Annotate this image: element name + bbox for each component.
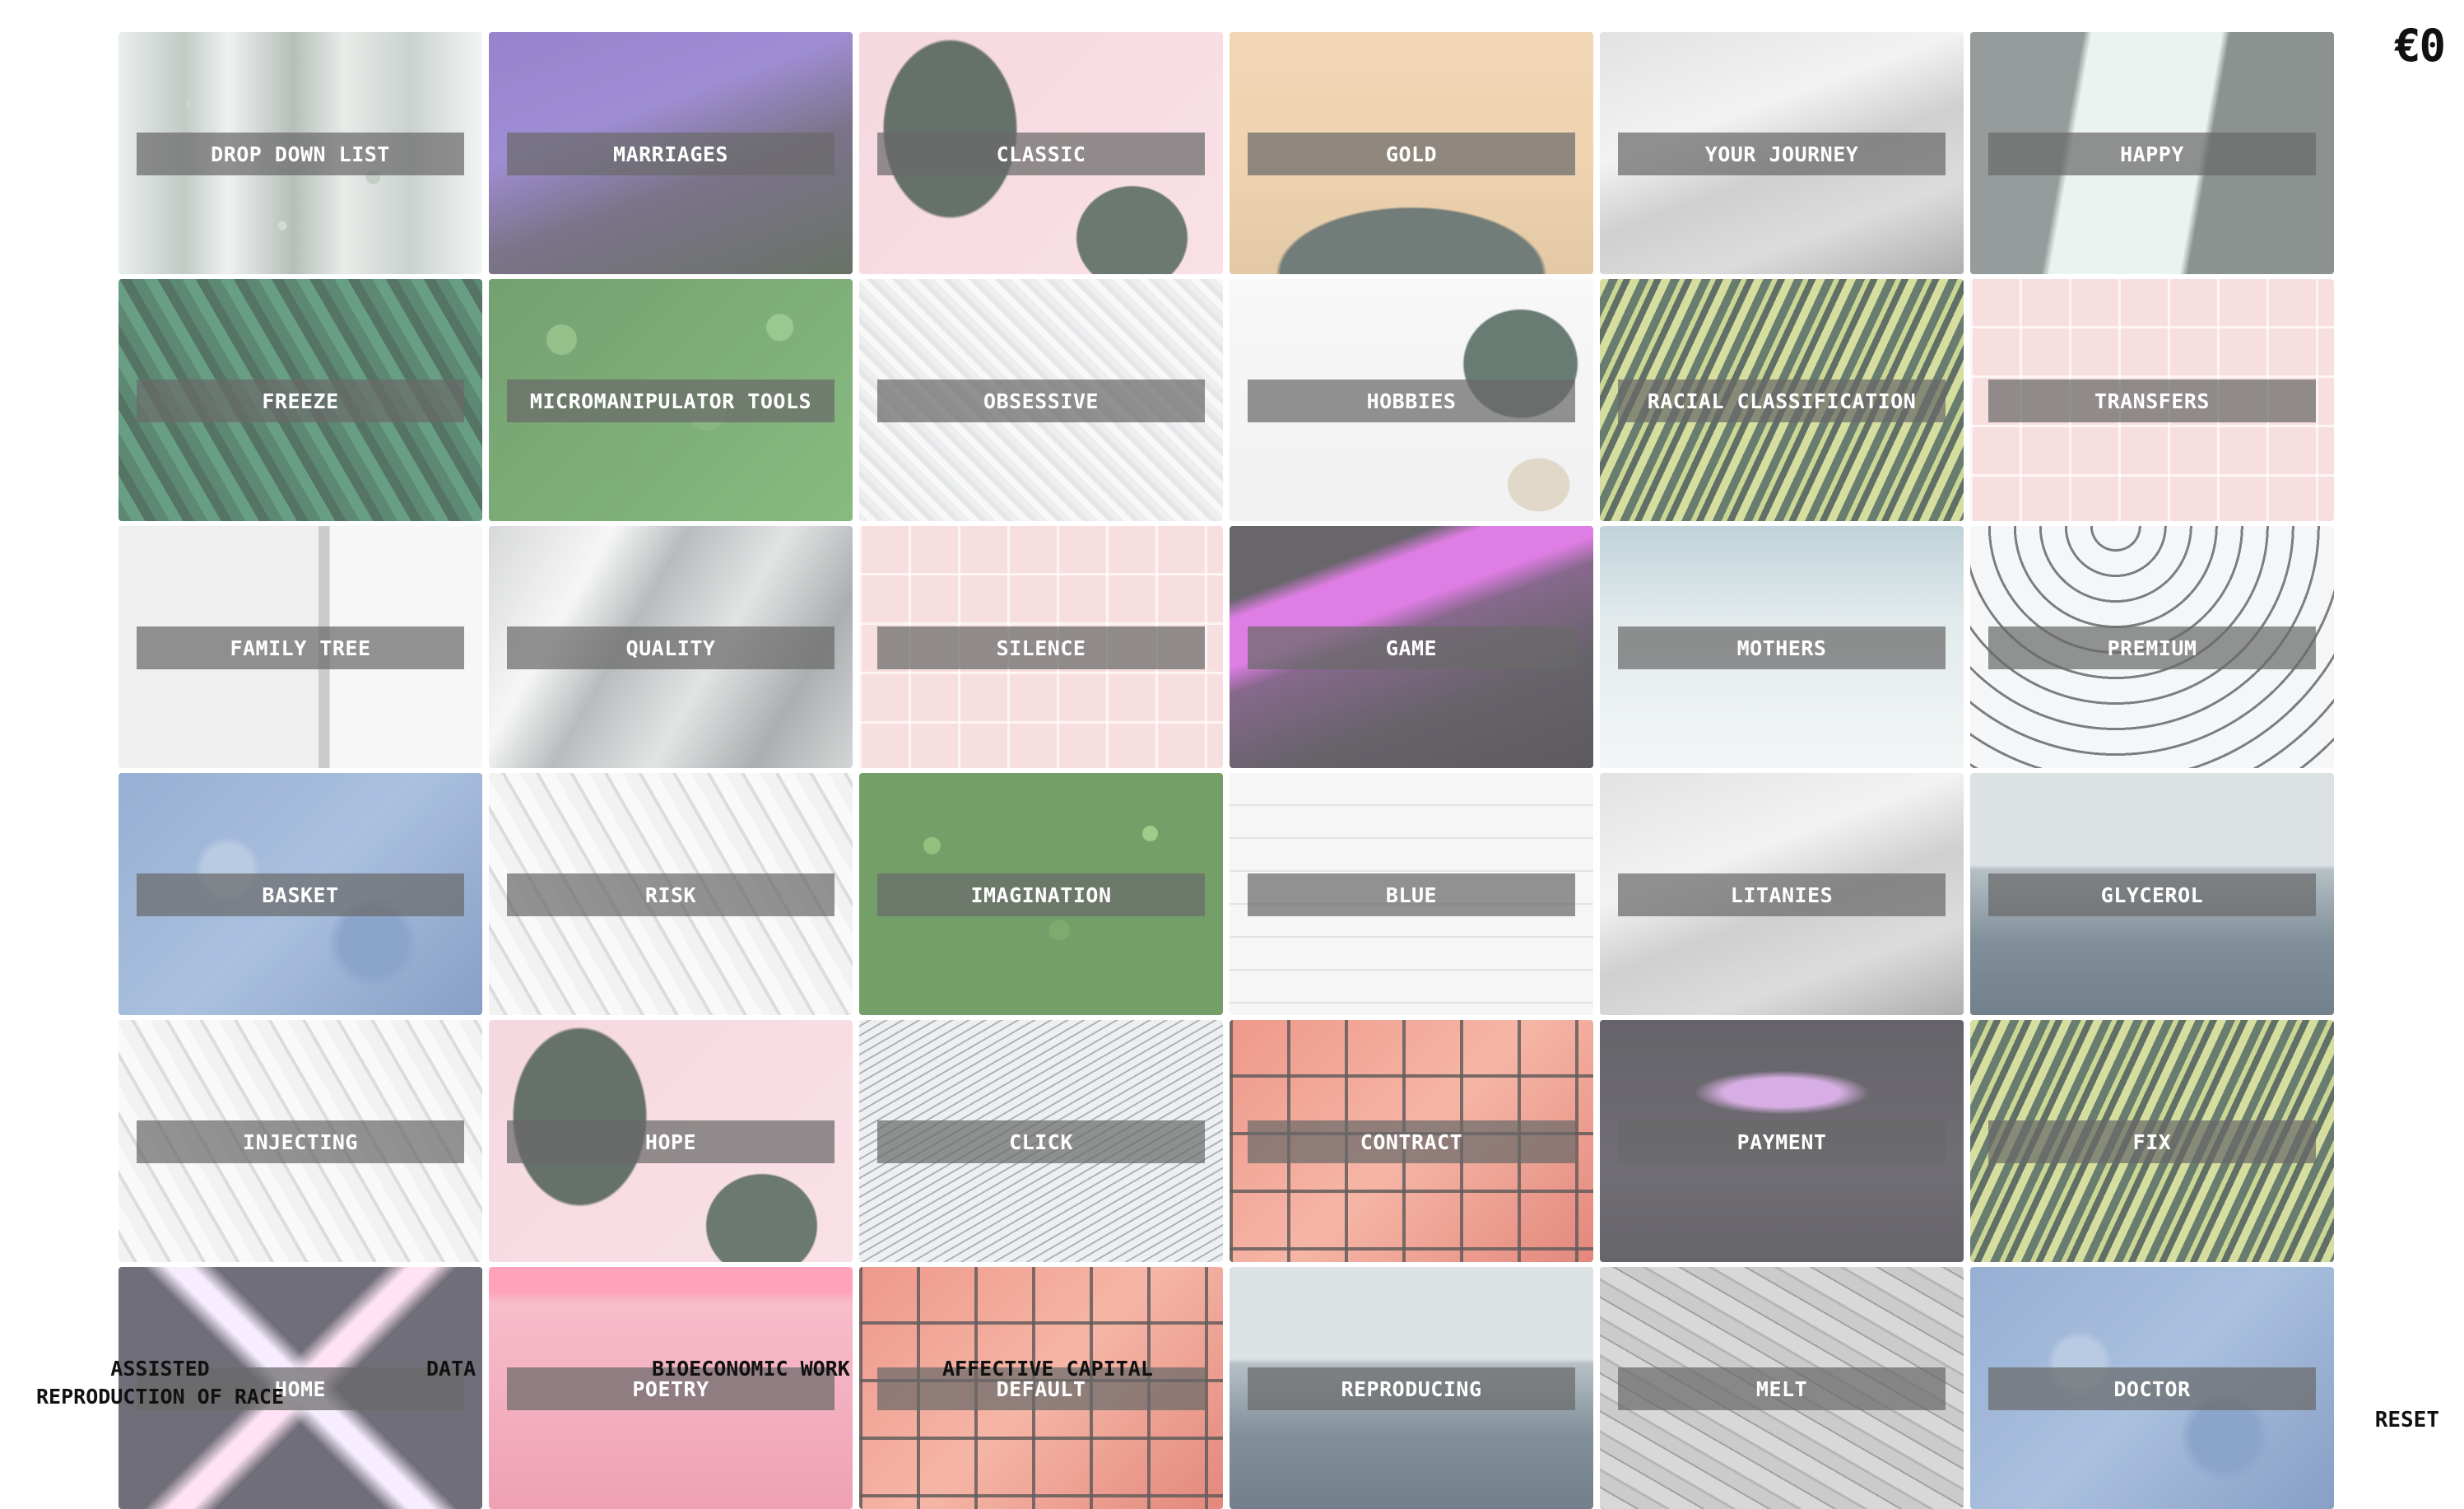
footer-link-assisted-line1: ASSISTED — [110, 1357, 210, 1381]
tile-label: DROP DOWN LIST — [137, 133, 464, 175]
tile-basket[interactable]: BASKET — [119, 773, 482, 1015]
tile-injecting[interactable]: INJECTING — [119, 1020, 482, 1262]
tile-label: BASKET — [137, 873, 464, 916]
tile-label: FIX — [1988, 1120, 2316, 1163]
tile-micromanipulator-tools[interactable]: MICROMANIPULATOR TOOLS — [489, 279, 853, 521]
tile-label: DOCTOR — [1988, 1367, 2316, 1410]
tile-label: HAPPY — [1988, 133, 2316, 175]
tile-gold[interactable]: GOLD — [1230, 32, 1593, 274]
tile-label: HOPE — [507, 1120, 835, 1163]
tile-label: PREMIUM — [1988, 626, 2316, 669]
tile-silence[interactable]: SILENCE — [859, 526, 1223, 768]
tile-label: REPRODUCING — [1248, 1367, 1575, 1410]
tile-label: GLYCEROL — [1988, 873, 2316, 916]
tile-melt[interactable]: MELT — [1600, 1267, 1964, 1509]
tile-label: INJECTING — [137, 1120, 464, 1163]
tile-label: CONTRACT — [1248, 1120, 1575, 1163]
tile-marriages[interactable]: MARRIAGES — [489, 32, 853, 274]
tile-obsessive[interactable]: OBSESSIVE — [859, 279, 1223, 521]
tile-payment[interactable]: PAYMENT — [1600, 1020, 1964, 1262]
tile-your-journey[interactable]: YOUR JOURNEY — [1600, 32, 1964, 274]
tile-label: OBSESSIVE — [877, 380, 1205, 422]
tile-imagination[interactable]: IMAGINATION — [859, 773, 1223, 1015]
tile-blue[interactable]: BLUE — [1230, 773, 1593, 1015]
tile-label: GOLD — [1248, 133, 1575, 175]
tile-label: BLUE — [1248, 873, 1575, 916]
tile-click[interactable]: CLICK — [859, 1020, 1223, 1262]
tile-happy[interactable]: HAPPY — [1970, 32, 2334, 274]
tile-label: RACIAL CLASSIFICATION — [1618, 380, 1946, 422]
tile-label: MOTHERS — [1618, 626, 1946, 669]
footer-link-bioeconomic-work[interactable]: BIOECONOMIC WORK — [652, 1355, 850, 1383]
tile-label: TRANSFERS — [1988, 380, 2316, 422]
tile-family-tree[interactable]: FAMILY TREE — [119, 526, 482, 768]
tile-label: MICROMANIPULATOR TOOLS — [507, 380, 835, 422]
tile-drop-down-list[interactable]: DROP DOWN LIST — [119, 32, 482, 274]
tile-hobbies[interactable]: HOBBIES — [1230, 279, 1593, 521]
tile-label: SILENCE — [877, 626, 1205, 669]
tile-racial-classification[interactable]: RACIAL CLASSIFICATION — [1600, 279, 1964, 521]
tile-default[interactable]: DEFAULT — [859, 1267, 1223, 1509]
tile-litanies[interactable]: LITANIES — [1600, 773, 1964, 1015]
tile-label: MELT — [1618, 1367, 1946, 1410]
tile-hope[interactable]: HOPE — [489, 1020, 853, 1262]
tile-label: FAMILY TREE — [137, 626, 464, 669]
tile-poetry[interactable]: POETRY — [489, 1267, 853, 1509]
tile-glycerol[interactable]: GLYCEROL — [1970, 773, 2334, 1015]
tile-quality[interactable]: QUALITY — [489, 526, 853, 768]
category-tile-grid: DROP DOWN LIST MARRIAGES CLASSIC GOLD YOUR J… — [119, 32, 2334, 1509]
footer-link-affective-capital[interactable]: AFFECTIVE CAPITAL — [942, 1355, 1153, 1383]
tile-label: RISK — [507, 873, 835, 916]
tile-contract[interactable]: CONTRACT — [1230, 1020, 1593, 1262]
tile-label: GAME — [1248, 626, 1575, 669]
balance-display: €0 — [2393, 20, 2446, 72]
tile-label: LITANIES — [1618, 873, 1946, 916]
tile-risk[interactable]: RISK — [489, 773, 853, 1015]
footer-link-assisted-line2: REPRODUCTION OF RACE — [36, 1385, 285, 1409]
tile-label: FREEZE — [137, 380, 464, 422]
tile-label: IMAGINATION — [877, 873, 1205, 916]
tile-premium[interactable]: PREMIUM — [1970, 526, 2334, 768]
footer-link-data[interactable]: DATA — [426, 1355, 476, 1383]
tile-classic[interactable]: CLASSIC — [859, 32, 1223, 274]
tile-label: PAYMENT — [1618, 1120, 1946, 1163]
tile-label: CLASSIC — [877, 133, 1205, 175]
tile-label: MARRIAGES — [507, 133, 835, 175]
tile-fix[interactable]: FIX — [1970, 1020, 2334, 1262]
tile-mothers[interactable]: MOTHERS — [1600, 526, 1964, 768]
tile-reproducing[interactable]: REPRODUCING — [1230, 1267, 1593, 1509]
tile-label: CLICK — [877, 1120, 1205, 1163]
tile-transfers[interactable]: TRANSFERS — [1970, 279, 2334, 521]
tile-game[interactable]: GAME — [1230, 526, 1593, 768]
tile-doctor[interactable]: DOCTOR — [1970, 1267, 2334, 1509]
tile-label: YOUR JOURNEY — [1618, 133, 1946, 175]
tile-label: HOBBIES — [1248, 380, 1575, 422]
tile-freeze[interactable]: FREEZE — [119, 279, 482, 521]
reset-button[interactable]: RESET — [2375, 1408, 2439, 1432]
footer-link-assisted-reproduction[interactable]: ASSISTED REPRODUCTION OF RACE — [36, 1355, 284, 1411]
tile-label: QUALITY — [507, 626, 835, 669]
